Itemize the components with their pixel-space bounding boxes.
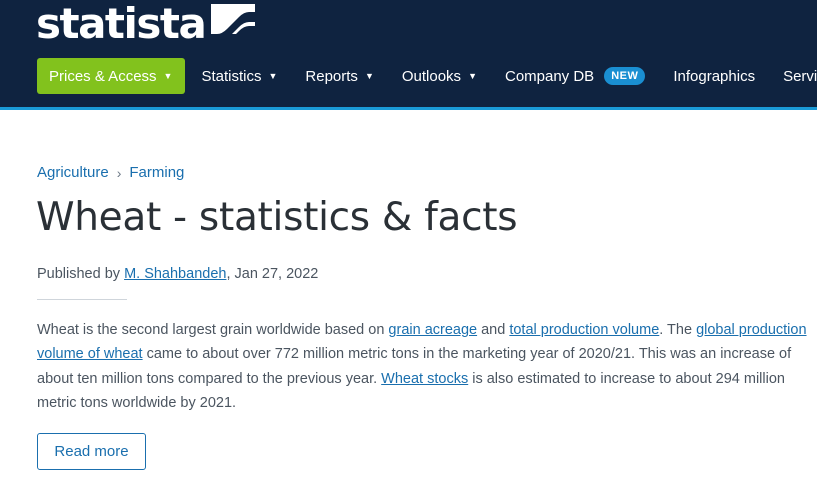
nav-label: Reports bbox=[305, 67, 358, 85]
nav-outlooks[interactable]: Outlooks ▼ bbox=[402, 58, 477, 94]
author-link[interactable]: M. Shahbandeh bbox=[124, 266, 226, 282]
total-production-volume-link[interactable]: total production volume bbox=[509, 322, 659, 338]
text-segment: and bbox=[477, 322, 510, 338]
nav-infographics[interactable]: Infographics bbox=[673, 58, 755, 94]
breadcrumb-farming[interactable]: Farming bbox=[129, 164, 184, 181]
caret-down-icon: ▼ bbox=[364, 71, 374, 81]
nav-prices-access[interactable]: Prices & Access ▼ bbox=[37, 58, 186, 94]
text-segment: . The bbox=[659, 322, 697, 338]
breadcrumb-separator: › bbox=[116, 164, 122, 181]
nav-company-db[interactable]: Company DB NEW bbox=[504, 58, 646, 94]
published-info: Published by M. Shahbandeh, Jan 27, 2022 bbox=[37, 266, 318, 282]
breadcrumb-agriculture[interactable]: Agriculture bbox=[37, 164, 109, 181]
caret-down-icon: ▼ bbox=[163, 71, 173, 81]
nav-reports[interactable]: Reports ▼ bbox=[305, 58, 373, 94]
intro-paragraph: Wheat is the second largest grain worldw… bbox=[37, 318, 807, 415]
nav-label: Services bbox=[783, 67, 817, 85]
breadcrumb: Agriculture › Farming bbox=[37, 164, 184, 181]
nav-statistics[interactable]: Statistics ▼ bbox=[201, 58, 277, 94]
nav-label: Infographics bbox=[673, 67, 756, 85]
logo-mark-icon bbox=[211, 4, 256, 44]
published-date: , Jan 27, 2022 bbox=[226, 266, 319, 282]
nav-label: Prices & Access bbox=[49, 67, 157, 85]
caret-down-icon: ▼ bbox=[468, 71, 477, 81]
read-more-button[interactable]: Read more bbox=[37, 433, 146, 470]
nav-label: Outlooks bbox=[401, 67, 462, 85]
grain-acreage-link[interactable]: grain acreage bbox=[388, 322, 477, 338]
header-accent-line bbox=[0, 107, 817, 110]
logo-text: statista bbox=[36, 0, 207, 48]
caret-down-icon: ▼ bbox=[268, 71, 278, 81]
main-nav: Prices & Access ▼ Statistics ▼ Reports ▼… bbox=[37, 58, 817, 94]
text-segment: Wheat is the second largest grain worldw… bbox=[37, 322, 389, 338]
wheat-stocks-link[interactable]: Wheat stocks bbox=[381, 371, 468, 387]
nav-label: Statistics bbox=[201, 67, 262, 85]
published-prefix: Published by bbox=[37, 266, 125, 282]
nav-services[interactable]: Services bbox=[783, 58, 817, 94]
statista-logo[interactable]: statista bbox=[36, 0, 256, 48]
page-title: Wheat - statistics & facts bbox=[36, 195, 518, 240]
divider bbox=[37, 299, 127, 300]
nav-label: Company DB bbox=[504, 67, 595, 85]
new-badge: NEW bbox=[604, 67, 646, 85]
